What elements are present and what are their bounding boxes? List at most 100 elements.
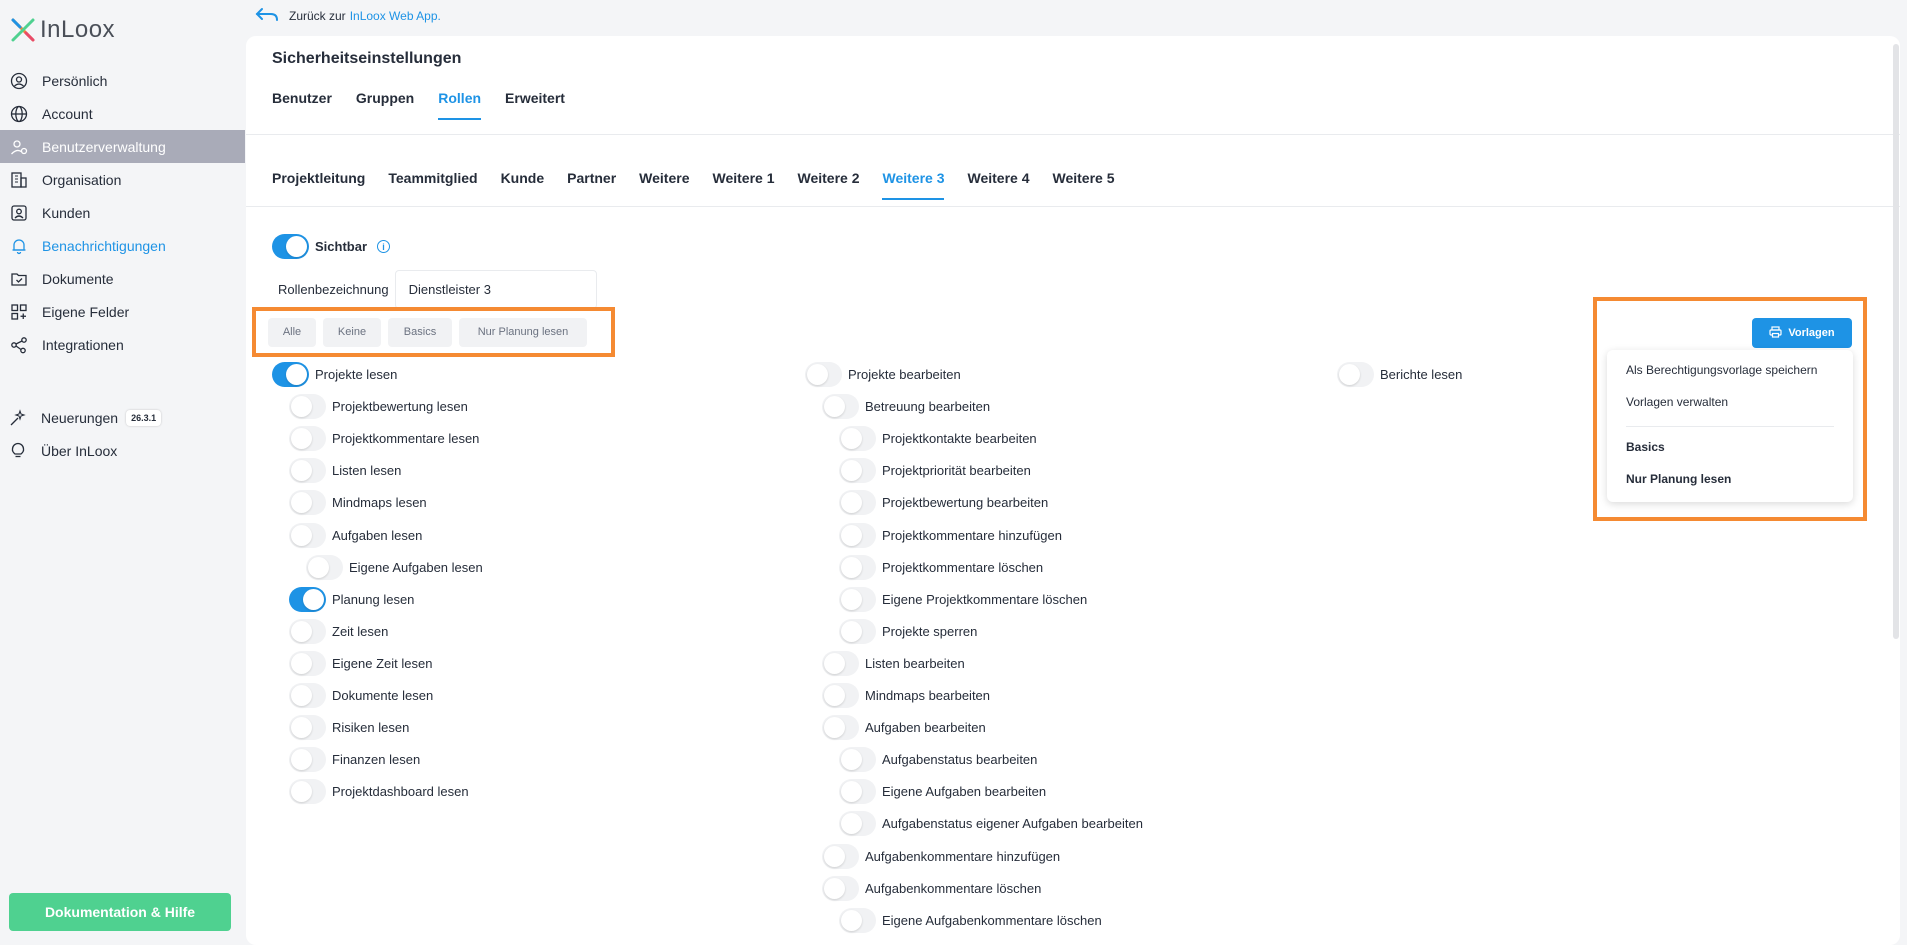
- tab-role-teammitglied[interactable]: Teammitglied: [388, 170, 477, 200]
- permission-toggle[interactable]: [306, 554, 343, 580]
- sidebar-item-benutzerverwaltung[interactable]: Benutzerverwaltung: [0, 130, 245, 163]
- info-icon[interactable]: i: [377, 240, 391, 253]
- tab-benutzer[interactable]: Benutzer: [272, 90, 332, 120]
- back-link[interactable]: InLoox Web App.: [350, 9, 441, 23]
- preset-basics-button[interactable]: Basics: [388, 317, 452, 347]
- permission-toggle[interactable]: [839, 618, 876, 644]
- permission-row: Aufgaben lesen: [289, 522, 422, 548]
- sidebar-item-ueber-inloox[interactable]: Über InLoox: [0, 434, 245, 467]
- permission-label: Listen bearbeiten: [865, 655, 965, 671]
- permission-toggle[interactable]: [839, 811, 876, 837]
- permission-label: Eigene Aufgabenkommentare löschen: [882, 912, 1102, 928]
- sidebar-item-label: Dokumente: [42, 270, 114, 287]
- permission-toggle[interactable]: [839, 586, 876, 612]
- sidebar-item-label: Persönlich: [42, 72, 108, 89]
- permission-toggle[interactable]: [839, 779, 876, 805]
- permission-toggle[interactable]: [1337, 362, 1374, 387]
- visible-toggle[interactable]: [272, 234, 309, 259]
- permission-toggle[interactable]: [839, 522, 876, 548]
- sidebar-item-neuerungen[interactable]: Neuerungen 26.3.1: [0, 401, 245, 434]
- permission-label: Aufgabenkommentare löschen: [865, 880, 1042, 896]
- back-arrow-icon[interactable]: [255, 7, 279, 26]
- tab-role-kunde[interactable]: Kunde: [501, 170, 545, 200]
- tab-role-weitere-5[interactable]: Weitere 5: [1052, 170, 1114, 200]
- permission-toggle[interactable]: [839, 458, 876, 484]
- tab-rollen[interactable]: Rollen: [438, 90, 481, 120]
- sidebar-item-label: Eigene Felder: [42, 303, 130, 320]
- permission-toggle[interactable]: [289, 522, 326, 548]
- template-nur-planung-lesen-item[interactable]: Nur Planung lesen: [1626, 472, 1731, 486]
- sidebar-item-organisation[interactable]: Organisation: [0, 163, 245, 196]
- inloox-logo[interactable]: InLoox: [10, 15, 115, 45]
- permission-row: Mindmaps bearbeiten: [822, 683, 990, 708]
- tab-role-partner[interactable]: Partner: [567, 170, 616, 200]
- sidebar-item-dokumente[interactable]: Dokumente: [0, 262, 245, 295]
- permission-toggle[interactable]: [822, 875, 859, 901]
- tab-erweitert[interactable]: Erweitert: [505, 90, 565, 120]
- tab-role-weitere[interactable]: Weitere: [639, 170, 689, 200]
- permission-toggle[interactable]: [289, 650, 326, 676]
- sidebar-nav: Persönlich Account Benutzerverwaltung Or…: [0, 64, 245, 361]
- permission-toggle[interactable]: [839, 554, 876, 580]
- permission-toggle[interactable]: [822, 683, 859, 708]
- permission-row: Projektkontakte bearbeiten: [839, 426, 1037, 452]
- inloox-x-icon: [11, 18, 35, 42]
- permission-toggle[interactable]: [289, 715, 326, 741]
- permission-toggle[interactable]: [822, 650, 859, 676]
- permission-toggle[interactable]: [839, 747, 876, 773]
- tab-role-weitere-4[interactable]: Weitere 4: [967, 170, 1029, 200]
- manage-templates-item[interactable]: Vorlagen verwalten: [1626, 395, 1728, 409]
- permission-toggle[interactable]: [822, 843, 859, 869]
- permission-row: Projektpriorität bearbeiten: [839, 458, 1031, 484]
- save-as-template-item[interactable]: Als Berechtigungsvorlage speichern: [1626, 363, 1817, 377]
- permission-row: Projektkommentare hinzufügen: [839, 522, 1062, 548]
- preset-keine-button[interactable]: Keine: [323, 317, 381, 347]
- visible-label: Sichtbar: [315, 239, 368, 254]
- permission-row: Mindmaps lesen: [289, 490, 427, 516]
- permission-label: Aufgabenstatus bearbeiten: [882, 752, 1038, 768]
- folder-check-icon: [10, 270, 28, 288]
- permission-toggle[interactable]: [822, 715, 859, 741]
- permission-toggle[interactable]: [289, 618, 326, 644]
- back-bar: Zurück zur InLoox Web App.: [255, 5, 441, 27]
- permission-toggle[interactable]: [822, 394, 859, 420]
- permission-label: Projekte lesen: [315, 367, 398, 382]
- role-name-input[interactable]: Dienstleister 3: [394, 270, 597, 309]
- templates-button[interactable]: Vorlagen: [1752, 318, 1852, 348]
- tab-role-weitere-3[interactable]: Weitere 3: [882, 170, 945, 200]
- permission-toggle[interactable]: [272, 362, 309, 387]
- permission-toggle[interactable]: [839, 907, 876, 933]
- permission-row: Eigene Aufgaben bearbeiten: [839, 779, 1046, 805]
- permission-toggle[interactable]: [805, 362, 842, 387]
- tabs-divider: [246, 134, 1900, 135]
- permission-toggle[interactable]: [289, 426, 326, 452]
- permission-label: Betreuung bearbeiten: [865, 399, 991, 415]
- tab-role-projektleitung[interactable]: Projektleitung: [272, 170, 365, 200]
- preset-nur-planung-lesen-button[interactable]: Nur Planung lesen: [459, 317, 587, 347]
- scrollbar-thumb[interactable]: [1893, 44, 1899, 639]
- permission-row: Betreuung bearbeiten: [822, 394, 991, 420]
- permission-toggle[interactable]: [289, 586, 326, 612]
- scrollbar[interactable]: [1892, 44, 1900, 644]
- preset-alle-button[interactable]: Alle: [268, 317, 316, 347]
- tab-gruppen[interactable]: Gruppen: [356, 90, 414, 120]
- documentation-help-button[interactable]: Dokumentation & Hilfe: [9, 893, 231, 931]
- tab-role-weitere-2[interactable]: Weitere 2: [797, 170, 859, 200]
- template-basics-item[interactable]: Basics: [1626, 440, 1665, 454]
- sidebar-item-persoenlich[interactable]: Persönlich: [0, 64, 245, 97]
- permission-toggle[interactable]: [289, 458, 326, 484]
- sidebar-item-account[interactable]: Account: [0, 97, 245, 130]
- permission-toggle[interactable]: [289, 490, 326, 516]
- sidebar-item-integrationen[interactable]: Integrationen: [0, 328, 245, 361]
- permission-toggle[interactable]: [839, 426, 876, 452]
- permission-toggle[interactable]: [289, 779, 326, 805]
- sidebar-item-eigene-felder[interactable]: Eigene Felder: [0, 295, 245, 328]
- sidebar-item-kunden[interactable]: Kunden: [0, 196, 245, 229]
- permission-toggle[interactable]: [289, 683, 326, 708]
- permission-toggle[interactable]: [839, 490, 876, 516]
- permission-toggle[interactable]: [289, 394, 326, 420]
- sidebar-item-benachrichtigungen[interactable]: Benachrichtigungen: [0, 229, 245, 262]
- permission-toggle[interactable]: [289, 747, 326, 773]
- tab-role-weitere-1[interactable]: Weitere 1: [712, 170, 774, 200]
- sparkle-icon: [9, 408, 27, 427]
